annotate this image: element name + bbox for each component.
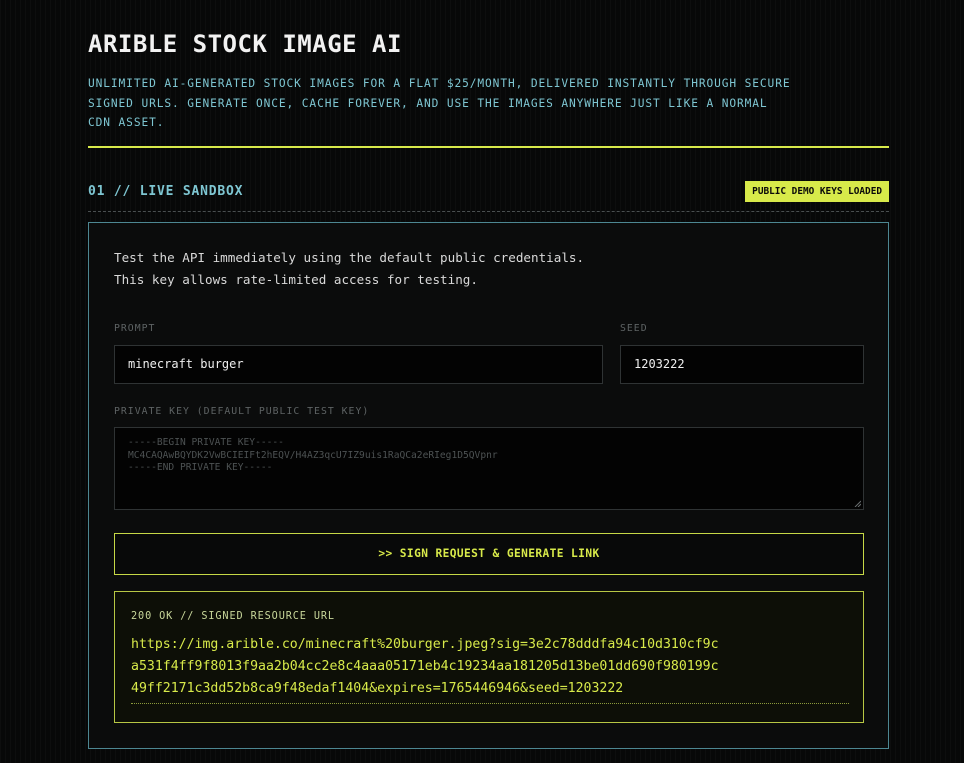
private-key-line: -----BEGIN PRIVATE KEY----- <box>128 437 284 448</box>
url-line: a531f4ff9f8013f9aa2b04cc2e8c4aaa05171eb4… <box>131 659 719 674</box>
prompt-label: PROMPT <box>114 323 156 334</box>
page-title: ARIBLE STOCK IMAGE AI <box>88 30 402 58</box>
status-badge: PUBLIC DEMO KEYS LOADED <box>745 181 889 202</box>
seed-input[interactable]: 1203222 <box>620 345 864 384</box>
private-key-line: MC4CAQAwBQYDK2VwBCIEIFt2hEQV/H4AZ3qcU7IZ… <box>128 449 498 461</box>
subtitle-line: UNLIMITED AI-GENERATED STOCK IMAGES FOR … <box>88 77 791 90</box>
page-subtitle: UNLIMITED AI-GENERATED STOCK IMAGES FOR … <box>88 74 889 133</box>
private-key-label: PRIVATE KEY (DEFAULT PUBLIC TEST KEY) <box>114 406 370 417</box>
resize-handle-icon[interactable] <box>854 500 861 507</box>
private-key-line: -----END PRIVATE KEY----- <box>128 462 273 473</box>
subtitle-line: SIGNED URLS. GENERATE ONCE, CACHE FOREVE… <box>88 96 768 110</box>
page: ARIBLE STOCK IMAGE AI UNLIMITED AI-GENER… <box>0 0 964 763</box>
section-divider <box>88 211 889 212</box>
section-title: 01 // LIVE SANDBOX <box>88 184 244 199</box>
header-divider <box>88 146 889 148</box>
intro-line: This key allows rate-limited access for … <box>114 271 478 287</box>
url-line: 49ff2171c3dd52b8ca9f48edaf1404&expires=1… <box>131 681 624 696</box>
result-box: 200 OK // SIGNED RESOURCE URL https://im… <box>114 591 864 723</box>
prompt-input[interactable]: minecraft burger <box>114 345 603 384</box>
subtitle-line: CDN ASSET. <box>88 116 165 129</box>
seed-label: SEED <box>620 323 648 334</box>
sandbox-panel: Test the API immediately using the defau… <box>88 222 889 749</box>
result-status-label: 200 OK // SIGNED RESOURCE URL <box>131 611 335 622</box>
generate-link-button[interactable]: >> SIGN REQUEST & GENERATE LINK <box>114 533 864 575</box>
url-line: https://img.arible.co/minecraft%20burger… <box>131 637 719 652</box>
private-key-textarea[interactable]: -----BEGIN PRIVATE KEY----- MC4CAQAwBQYD… <box>114 427 864 510</box>
intro-line: Test the API immediately using the defau… <box>114 250 585 265</box>
signed-url-link[interactable]: https://img.arible.co/minecraft%20burger… <box>131 634 849 704</box>
sandbox-intro: Test the API immediately using the defau… <box>114 247 584 290</box>
